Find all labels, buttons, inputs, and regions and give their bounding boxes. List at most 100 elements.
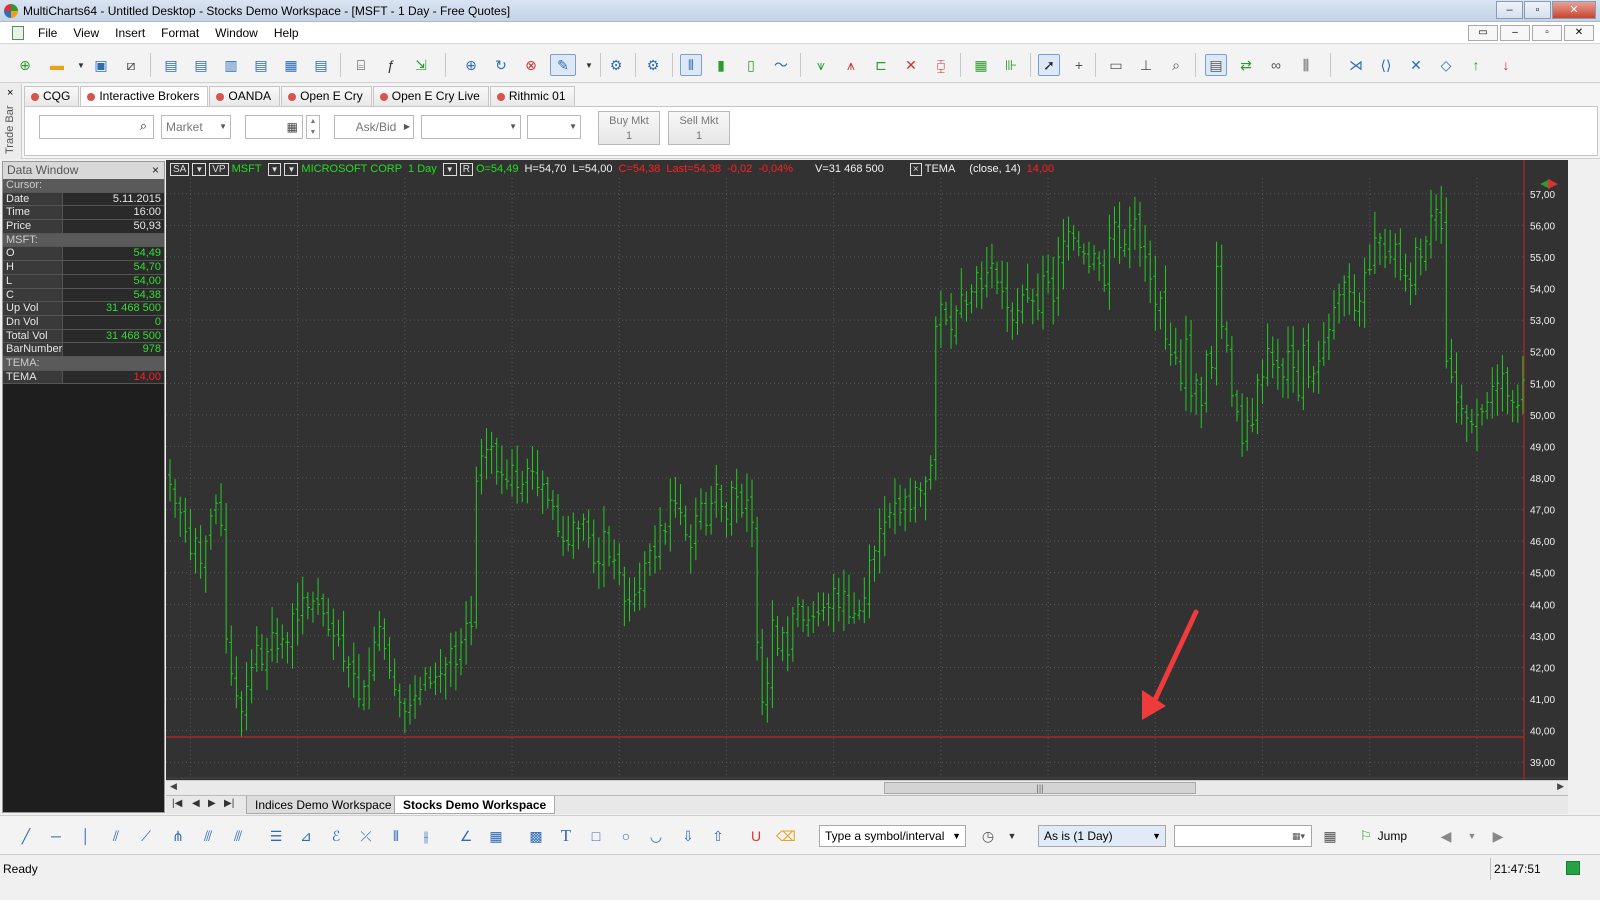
comment-icon[interactable]: ▭ <box>1105 54 1127 76</box>
ellipse-icon[interactable]: ○ <box>616 826 636 846</box>
regression-channel-icon[interactable]: ∠ <box>456 826 476 846</box>
jump-dropdown-icon[interactable]: ▼ <box>1462 826 1482 846</box>
open-dropdown-icon[interactable]: ▼ <box>70 54 92 76</box>
calculator-icon[interactable]: ▩ <box>526 826 546 846</box>
fan-lines-icon[interactable]: ⫻ <box>198 826 218 846</box>
scroll-down-icon[interactable]: ↓ <box>1495 54 1517 76</box>
eraser-icon[interactable]: ⌫ <box>776 826 796 846</box>
trade-bar-close-icon[interactable]: × <box>7 87 13 99</box>
menu-file[interactable]: File <box>30 22 65 44</box>
broker-tab-open-e-cry-live[interactable]: Open E Cry Live <box>372 86 489 106</box>
mdi-close-button[interactable]: ✕ <box>1564 25 1594 41</box>
scrollbar-thumb[interactable]: ||| <box>884 782 1196 794</box>
clock-icon[interactable]: ◷ <box>978 826 998 846</box>
crosshair-icon[interactable]: + <box>1068 54 1090 76</box>
menu-format[interactable]: Format <box>153 22 207 44</box>
andrews-pitchfork-icon[interactable]: ⋔ <box>168 826 188 846</box>
quantity-stepper[interactable]: ▲ ▼ <box>306 115 320 139</box>
tab-indices-workspace[interactable]: Indices Demo Workspace <box>246 796 401 814</box>
mdi-maximize-button[interactable]: ▫ <box>1532 25 1562 41</box>
bars-spacing-icon[interactable]: ⫼ <box>1295 54 1317 76</box>
mdi-restore-button[interactable]: ▭ <box>1468 25 1498 41</box>
trade-bar-toggle-icon[interactable]: ⇄ <box>1235 54 1257 76</box>
trade-mode-icon[interactable]: ✎ <box>550 54 576 76</box>
fibonacci-fan-icon[interactable]: ⤫ <box>356 826 376 846</box>
date-picker-icon[interactable]: ▦ <box>1320 826 1340 846</box>
jump-forward-icon[interactable]: ▶ <box>1488 826 1508 846</box>
jump-date-input[interactable]: ▦▾ <box>1174 825 1312 847</box>
compress-vertical-icon[interactable]: ✕ <box>1405 54 1427 76</box>
settings-gear-icon[interactable]: ⚙ <box>605 54 627 76</box>
menu-insert[interactable]: Insert <box>107 22 153 44</box>
horizontal-line-icon[interactable]: ⊥ <box>1135 54 1157 76</box>
symbol-dropdown-icon[interactable]: ▼ <box>267 162 282 176</box>
scroll-right-icon[interactable]: ▶ <box>1557 781 1564 792</box>
compress-horizontal-icon[interactable]: ⋊ <box>1345 54 1367 76</box>
fibonacci-time-zones-icon[interactable]: ⦀ <box>386 826 406 846</box>
vertical-line-icon[interactable]: │ <box>76 826 96 846</box>
gann-fan-icon[interactable]: ⫻ <box>228 826 248 846</box>
arrow-up-icon[interactable]: ⇧ <box>708 826 728 846</box>
notes-window-icon[interactable]: ▤ <box>310 54 332 76</box>
ohlc-bars-icon[interactable]: ⫴ <box>680 54 702 76</box>
order-type-select[interactable]: Market ▼ <box>161 115 231 139</box>
menu-view[interactable]: View <box>65 22 107 44</box>
scroll-up-icon[interactable]: ↑ <box>1465 54 1487 76</box>
jump-back-icon[interactable]: ◀ <box>1436 826 1456 846</box>
open-folder-icon[interactable]: ▬ <box>46 54 68 76</box>
jump-button[interactable]: ⚐ Jump <box>1360 826 1420 846</box>
candlestick-icon[interactable]: ▮ <box>710 54 732 76</box>
ray-icon[interactable]: ⟋ <box>136 826 156 846</box>
study-close-icon[interactable]: × <box>909 162 922 176</box>
kagi-icon[interactable]: ⊏ <box>870 54 892 76</box>
vp-button[interactable]: VP <box>209 162 229 176</box>
r-button[interactable]: R <box>459 162 473 176</box>
sell-market-button[interactable]: Sell Mkt 1 <box>668 111 730 145</box>
insert-function-icon[interactable]: ƒ <box>380 54 402 76</box>
menu-help[interactable]: Help <box>266 22 307 44</box>
chart-scrollbar[interactable]: ◀ ||| ▶ <box>166 780 1568 795</box>
close-window-icon[interactable]: ⧄ <box>120 54 142 76</box>
document-icon[interactable] <box>12 25 24 40</box>
chart-canvas[interactable]: 57,00 56,00 55,00 54,00 53,00 52,00 51,00 50,00… <box>166 160 1568 794</box>
pointer-icon[interactable]: ➚ <box>1038 54 1060 76</box>
link-icon[interactable]: ∞ <box>1265 54 1287 76</box>
mdi-minimize-button[interactable]: – <box>1500 25 1530 41</box>
zoom-icon[interactable]: ⌕ <box>1165 54 1187 76</box>
volume-profile-icon[interactable]: ⧮ <box>930 54 952 76</box>
horizontal-line-icon[interactable]: ─ <box>46 826 66 846</box>
price-select[interactable]: ▼ <box>421 115 521 139</box>
order-window-icon[interactable]: ▤ <box>250 54 272 76</box>
link-symbol-icon[interactable]: ↻ <box>490 54 512 76</box>
price-chart[interactable]: 57,00 56,00 55,00 54,00 53,00 52,00 51,00 50,00… <box>166 160 1568 794</box>
tif-select[interactable]: ▼ <box>527 115 581 139</box>
name-dropdown-icon[interactable]: ▼ <box>284 162 299 176</box>
ladder-icon[interactable]: ⊪ <box>1000 54 1022 76</box>
data-window-header[interactable]: Data Window × <box>3 162 164 179</box>
fibonacci-retracement-icon[interactable]: ☰ <box>266 826 286 846</box>
remove-symbol-icon[interactable]: ⊗ <box>520 54 542 76</box>
rectangle-icon[interactable]: □ <box>586 826 606 846</box>
fibonacci-arcs-icon[interactable]: ℰ <box>326 826 346 846</box>
account-search-input[interactable]: ⌕ <box>39 115 154 139</box>
next-tab-icon[interactable]: ▶ <box>208 798 216 809</box>
broker-tab-cqg[interactable]: CQG <box>24 86 80 106</box>
sa-button[interactable]: SA <box>170 162 190 176</box>
report-window-icon[interactable]: ▦ <box>280 54 302 76</box>
maximize-button[interactable]: ▫ <box>1524 1 1551 19</box>
scroll-left-icon[interactable]: ◀ <box>170 781 177 792</box>
broker-tab-oanda[interactable]: OANDA <box>209 86 281 106</box>
trendline-icon[interactable]: ╱ <box>16 826 36 846</box>
arc-icon[interactable]: ◡ <box>646 826 666 846</box>
prev-tab-icon[interactable]: ◀ <box>192 798 200 809</box>
text-icon[interactable]: T <box>556 826 576 846</box>
broker-tab-open-e-cry[interactable]: Open E Cry <box>281 86 372 106</box>
line-chart-icon[interactable]: 〜 <box>770 54 792 76</box>
data-window-toggle-icon[interactable]: ▤ <box>1205 54 1227 76</box>
buy-market-button[interactable]: Buy Mkt 1 <box>598 111 660 145</box>
sa-dropdown-icon[interactable]: ▼ <box>192 162 207 176</box>
minimize-button[interactable]: – <box>1496 1 1523 19</box>
symbol-interval-input[interactable]: Type a symbol/interval ▼ <box>819 825 966 847</box>
clock-dropdown-icon[interactable]: ▼ <box>1002 826 1022 846</box>
magnet-icon[interactable]: U <box>746 826 766 846</box>
